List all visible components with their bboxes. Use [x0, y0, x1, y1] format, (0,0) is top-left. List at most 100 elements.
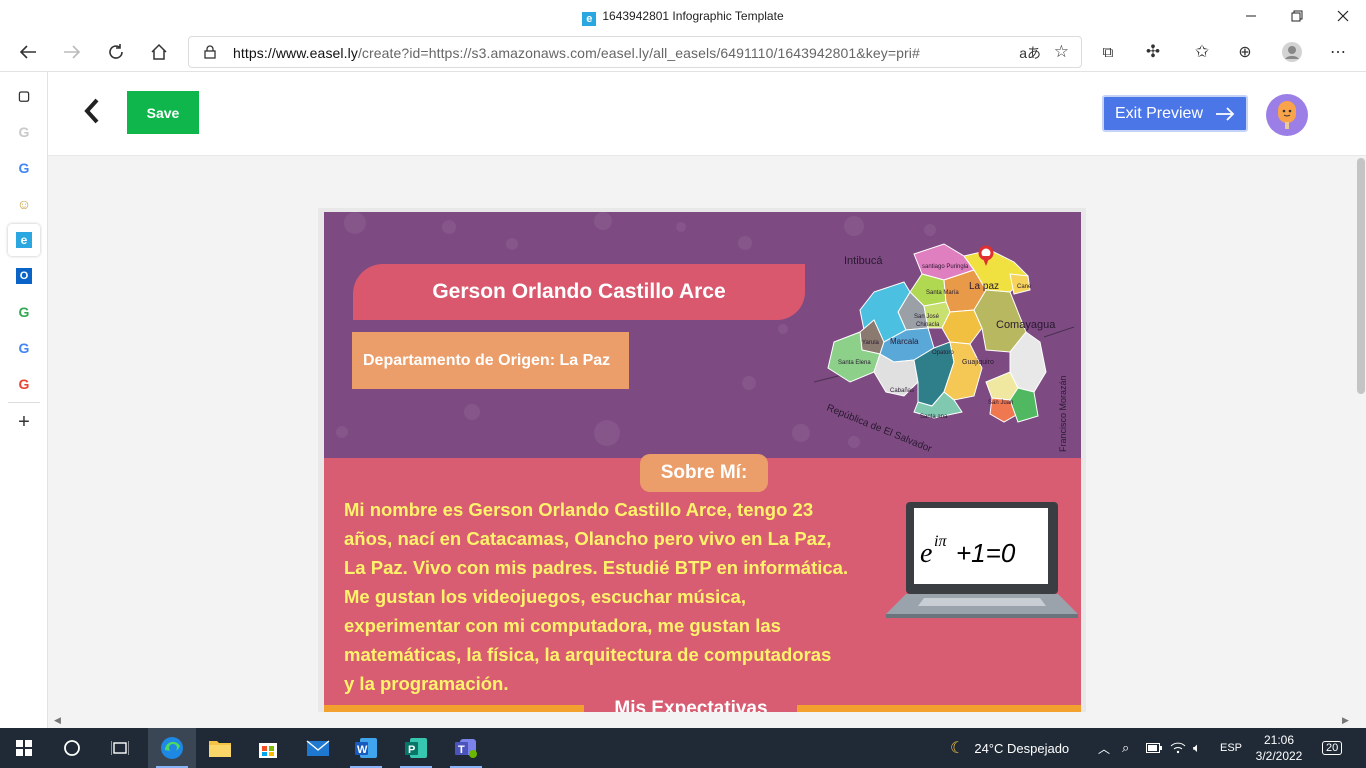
window-titlebar: e 1643942801 Infographic Template — [0, 0, 1366, 32]
task-view-icon — [111, 741, 129, 755]
tab-actions-icon[interactable]: ▢ — [8, 80, 40, 112]
svg-text:santiago Puringla: santiago Puringla — [922, 264, 969, 270]
add-favorite-icon[interactable]: ☆ — [1054, 42, 1069, 62]
profile-icon — [1282, 42, 1302, 62]
taskbar: W P T ☾ 24°C Despejado ︿ ⌕ 🔈︎ ESP 21:06 … — [0, 728, 1366, 768]
refresh-button[interactable] — [100, 36, 132, 68]
avatar[interactable] — [1266, 94, 1308, 136]
refresh-icon — [109, 44, 123, 59]
google-tab-icon[interactable]: G — [8, 368, 40, 400]
svg-text:Opatoro: Opatoro — [932, 350, 954, 356]
teams-button[interactable]: T — [442, 728, 490, 768]
word-button[interactable]: W — [342, 728, 390, 768]
back-button[interactable] — [12, 36, 44, 68]
svg-text:P: P — [408, 744, 415, 756]
scrollbar-thumb[interactable] — [1357, 158, 1365, 394]
window-title: 1643942801 Infographic Template — [602, 9, 784, 23]
emoji-tab-icon[interactable]: ☺ — [8, 188, 40, 220]
google-tab-icon[interactable]: G — [8, 332, 40, 364]
lock-icon — [204, 45, 216, 59]
minimize-button[interactable] — [1228, 0, 1274, 32]
moon-icon: ☾ — [950, 740, 965, 757]
word-icon: W — [355, 738, 377, 758]
svg-text:Guajiquiro: Guajiquiro — [962, 359, 994, 366]
svg-text:Francisco Morazán: Francisco Morazán — [1058, 375, 1068, 452]
profile-button[interactable] — [1276, 36, 1308, 68]
restore-button[interactable] — [1274, 0, 1320, 32]
svg-text:Comayagua: Comayagua — [996, 319, 1056, 331]
mail-button[interactable] — [294, 728, 342, 768]
read-aloud-icon[interactable]: aあ — [1019, 43, 1041, 63]
task-view-button[interactable] — [96, 728, 144, 768]
svg-text:Santa Elena: Santa Elena — [838, 360, 871, 366]
store-button[interactable] — [244, 728, 292, 768]
edge-taskbar-button[interactable] — [148, 728, 196, 768]
outlook-tab-icon[interactable]: O — [8, 260, 40, 292]
url-text: https://www.easel.ly/create?id=https://s… — [233, 45, 920, 61]
la-paz-map: Intibucá La paz Comayagua República de E… — [814, 243, 1075, 455]
google-tab-icon[interactable]: G — [8, 296, 40, 328]
publisher-button[interactable]: P — [392, 728, 440, 768]
department-box: Departamento de Origen: La Paz — [352, 332, 629, 389]
name-banner: Gerson Orlando Castillo Arce — [353, 264, 805, 320]
scroll-right-icon[interactable]: ▶ — [1342, 715, 1349, 726]
svg-text:Marcala: Marcala — [890, 337, 919, 346]
arrow-right-icon — [1216, 106, 1235, 121]
forward-button[interactable] — [56, 36, 88, 68]
google-tab-icon[interactable]: G — [8, 152, 40, 184]
home-icon — [151, 43, 167, 60]
easelly-header: Save Exit Preview — [48, 72, 1366, 156]
close-window-button[interactable] — [1320, 0, 1366, 32]
equation-rest: +1=0 — [956, 538, 1016, 568]
svg-text:T: T — [458, 744, 465, 756]
search-button[interactable] — [48, 728, 96, 768]
folder-icon — [209, 741, 231, 757]
google-tab-icon[interactable]: G — [8, 116, 40, 148]
volume-icon[interactable]: 🔈︎ — [1193, 728, 1201, 768]
new-tab-icon[interactable]: + — [8, 406, 40, 438]
settings-menu-icon[interactable]: ⋯ — [1322, 36, 1354, 68]
svg-text:W: W — [357, 744, 368, 756]
divider-bar — [797, 705, 1081, 712]
easelly-app-icon: e — [582, 12, 597, 26]
svg-text:San José: San José — [914, 314, 940, 320]
easelly-tab-icon[interactable]: e — [8, 224, 40, 256]
browser-sidebar: ▢ G G ☺ e O G G G + — [0, 72, 48, 728]
mail-icon — [306, 740, 330, 756]
extensions-icon[interactable]: ✣ — [1137, 36, 1169, 68]
svg-text:Intibucá: Intibucá — [844, 255, 883, 267]
svg-text:Yarula: Yarula — [862, 340, 880, 346]
teams-icon: T — [455, 739, 477, 758]
scroll-left-icon[interactable]: ◀ — [54, 715, 61, 726]
address-bar[interactable]: https://www.easel.ly/create?id=https://s… — [188, 36, 1082, 68]
popsicle-icon — [1278, 101, 1296, 129]
horizontal-scrollbar[interactable]: ◀ ▶ — [48, 712, 1366, 728]
clock[interactable]: 21:06 3/2/2022 — [1252, 732, 1306, 764]
save-button[interactable]: Save — [127, 91, 199, 134]
chevron-left-icon[interactable] — [78, 96, 104, 126]
browser-toolbar: https://www.easel.ly/create?id=https://s… — [0, 32, 1366, 72]
language-indicator[interactable]: ESP — [1220, 728, 1242, 768]
home-button[interactable] — [143, 36, 175, 68]
exit-preview-label: Exit Preview — [1114, 104, 1204, 122]
meet-now-icon[interactable]: ⌕ — [1122, 728, 1129, 768]
collections-icon[interactable]: ⊕ — [1229, 36, 1261, 68]
start-button[interactable] — [0, 728, 48, 768]
equation-base: e — [920, 538, 932, 569]
favorites-icon[interactable]: ✩ — [1186, 36, 1218, 68]
file-explorer-button[interactable] — [196, 728, 244, 768]
battery-icon[interactable] — [1146, 728, 1162, 768]
windows-icon — [16, 740, 32, 756]
divider-bar — [324, 705, 584, 712]
notifications-button[interactable]: 20 — [1322, 728, 1343, 768]
svg-text:San Juan: San Juan — [988, 400, 1013, 406]
arrow-right-icon — [64, 45, 81, 59]
page-viewport: Save Exit Preview ◀ ▶ Gerson Orlando Cas… — [48, 72, 1366, 728]
show-hidden-icons-icon[interactable]: ︿ — [1098, 728, 1110, 768]
weather-widget[interactable]: ☾ 24°C Despejado — [950, 728, 1069, 768]
exit-preview-button[interactable]: Exit Preview — [1102, 95, 1248, 132]
arrow-left-icon — [19, 45, 36, 59]
publisher-icon: P — [405, 738, 427, 758]
wifi-icon[interactable] — [1170, 728, 1186, 768]
collections-toolbar-icon[interactable]: ⧉ — [1092, 36, 1124, 68]
